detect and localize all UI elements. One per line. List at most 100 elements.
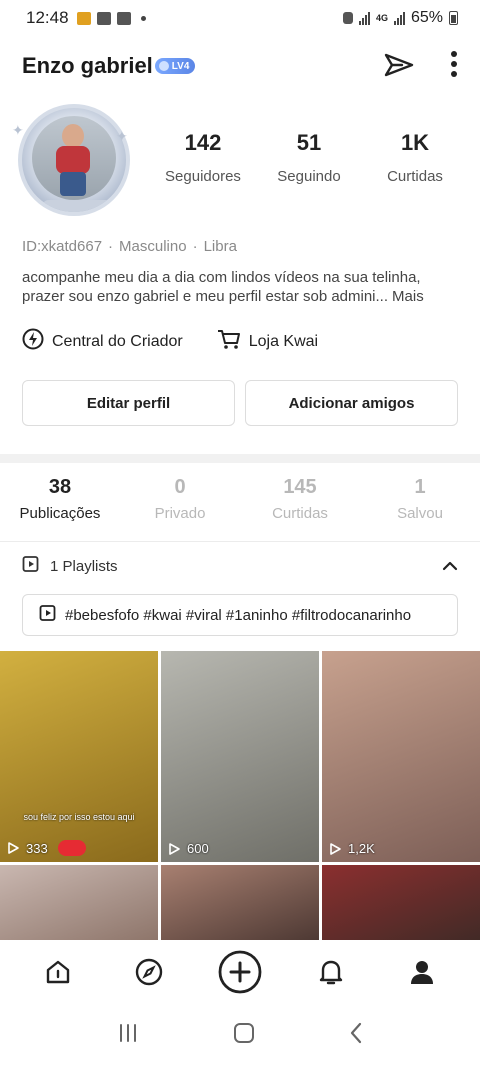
bio-line: acompanhe meu dia a dia com lindos vídeo… bbox=[22, 269, 421, 286]
video-thumbnail[interactable] bbox=[161, 865, 319, 941]
share-arrow-icon[interactable] bbox=[382, 49, 416, 84]
shop-label: Loja Kwai bbox=[248, 332, 319, 350]
video-thumbnail[interactable] bbox=[0, 865, 158, 941]
view-count: 600 bbox=[167, 841, 209, 856]
system-nav-bar bbox=[0, 1004, 480, 1066]
view-count-value: 1,2K bbox=[348, 841, 375, 856]
tab-label: Salvou bbox=[397, 505, 443, 522]
view-count: 333 bbox=[6, 840, 86, 856]
notification-app-icon bbox=[76, 11, 91, 25]
creator-center-link[interactable]: Central do Criador bbox=[22, 328, 183, 355]
home-button-icon[interactable] bbox=[233, 1022, 255, 1049]
heart-sticker bbox=[57, 840, 86, 856]
notification-icons bbox=[76, 11, 146, 25]
profile-id[interactable]: ID:xkatd667 bbox=[22, 238, 102, 255]
clock: 12:48 bbox=[26, 8, 69, 27]
profile-header: Enzo gabriel LV4 bbox=[0, 44, 480, 88]
plus-icon[interactable] bbox=[210, 942, 270, 1002]
content-tabs: 38 Publicações 0 Privado 145 Curtidas 1 … bbox=[0, 476, 480, 522]
stat-value: 1K bbox=[400, 130, 430, 155]
bio-line: prazer sou enzo gabriel e meu perfil est… bbox=[22, 288, 389, 305]
more-notifications-icon bbox=[140, 15, 146, 21]
level-badge[interactable]: LV4 bbox=[154, 58, 196, 74]
lightning-icon bbox=[22, 328, 44, 355]
stat-likes[interactable]: 1K Curtidas bbox=[362, 130, 468, 185]
creator-center-label: Central do Criador bbox=[52, 332, 183, 350]
stat-value: 142 bbox=[184, 130, 222, 155]
bottom-nav bbox=[0, 940, 480, 1004]
tab-saved[interactable]: 1 Salvou bbox=[360, 476, 480, 522]
stat-label: Curtidas bbox=[387, 168, 443, 185]
avatar-frame-laurel bbox=[42, 200, 114, 212]
playlists-label: 1 Playlists bbox=[50, 557, 118, 575]
tab-count: 145 bbox=[283, 476, 317, 498]
section-divider bbox=[0, 454, 480, 463]
profile-links: Central do Criador Loja Kwai bbox=[22, 328, 318, 355]
more-vertical-icon[interactable] bbox=[450, 50, 458, 83]
cart-icon bbox=[217, 328, 241, 355]
avatar[interactable] bbox=[18, 104, 130, 216]
alarm-icon bbox=[342, 12, 353, 24]
profile-gender: Masculino bbox=[119, 238, 187, 255]
stat-following[interactable]: 51 Seguindo bbox=[256, 130, 362, 185]
playlist-title: #bebesfofo #kwai #viral #1aninho #filtro… bbox=[65, 606, 412, 624]
tab-likes[interactable]: 145 Curtidas bbox=[240, 476, 360, 522]
status-bar: 12:48 4G 65% bbox=[0, 0, 480, 36]
play-icon bbox=[8, 842, 19, 854]
video-grid: sou feliz por isso estou aqui 333 600 1,… bbox=[0, 651, 480, 941]
back-icon[interactable] bbox=[349, 1022, 363, 1049]
battery-percent: 65% bbox=[410, 9, 443, 26]
tab-count: 38 bbox=[48, 476, 72, 498]
compass-icon[interactable] bbox=[119, 942, 179, 1002]
avatar-photo bbox=[32, 116, 116, 200]
video-thumbnail[interactable] bbox=[322, 865, 480, 941]
playlist-icon bbox=[39, 604, 57, 626]
network-type: 4G bbox=[375, 13, 388, 23]
playlists-header[interactable]: 1 Playlists bbox=[22, 554, 458, 578]
signal-icon bbox=[393, 11, 405, 25]
notification-app-icon bbox=[116, 11, 131, 25]
tab-label: Publicações bbox=[19, 505, 101, 522]
level-badge-icon bbox=[158, 61, 169, 71]
view-count-value: 333 bbox=[26, 840, 48, 856]
battery-icon bbox=[449, 11, 458, 25]
tab-label: Privado bbox=[154, 505, 206, 522]
playlist-icon bbox=[22, 555, 40, 577]
tab-private[interactable]: 0 Privado bbox=[120, 476, 240, 522]
stat-followers[interactable]: 142 Seguidores bbox=[150, 130, 256, 185]
play-icon bbox=[169, 842, 180, 855]
video-thumbnail[interactable]: 600 bbox=[161, 651, 319, 862]
profile-name: Enzo gabriel bbox=[22, 53, 153, 78]
tab-publications[interactable]: 38 Publicações bbox=[0, 476, 120, 522]
tab-label: Curtidas bbox=[272, 505, 328, 522]
bell-icon[interactable] bbox=[301, 942, 361, 1002]
profile-meta: ID:xkatd667 · Masculino · Libra bbox=[22, 238, 237, 255]
home-icon[interactable] bbox=[28, 942, 88, 1002]
video-thumbnail[interactable]: sou feliz por isso estou aqui 333 bbox=[0, 651, 158, 862]
tab-count: 0 bbox=[174, 476, 186, 498]
tabs-divider bbox=[0, 532, 480, 542]
video-thumbnail[interactable]: 1,2K bbox=[322, 651, 480, 862]
edit-profile-button[interactable]: Editar perfil bbox=[22, 380, 235, 426]
view-count-value: 600 bbox=[187, 841, 209, 856]
sparkle-icon: ✦ bbox=[12, 122, 24, 138]
signal-icon bbox=[358, 11, 370, 25]
chevron-up-icon[interactable] bbox=[442, 558, 458, 575]
system-indicators: 4G 65% bbox=[342, 9, 458, 27]
bio-more-link[interactable]: Mais bbox=[392, 288, 424, 305]
person-icon[interactable] bbox=[392, 942, 452, 1002]
profile-stats: 142 Seguidores 51 Seguindo 1K Curtidas bbox=[150, 130, 470, 185]
stat-label: Seguidores bbox=[165, 168, 241, 185]
shop-link[interactable]: Loja Kwai bbox=[217, 328, 318, 355]
video-caption: sou feliz por isso estou aqui bbox=[23, 812, 135, 822]
level-badge-label: LV4 bbox=[171, 60, 190, 72]
add-friends-button[interactable]: Adicionar amigos bbox=[245, 380, 458, 426]
profile-bio: acompanhe meu dia a dia com lindos vídeo… bbox=[22, 268, 462, 306]
sparkle-icon: ✦ bbox=[116, 128, 128, 144]
notification-app-icon bbox=[96, 11, 111, 25]
playlist-card[interactable]: #bebesfofo #kwai #viral #1aninho #filtro… bbox=[22, 594, 458, 636]
play-icon bbox=[330, 842, 341, 855]
recent-apps-icon[interactable] bbox=[117, 1023, 139, 1048]
profile-sign: Libra bbox=[203, 238, 237, 255]
stat-label: Seguindo bbox=[277, 168, 341, 185]
